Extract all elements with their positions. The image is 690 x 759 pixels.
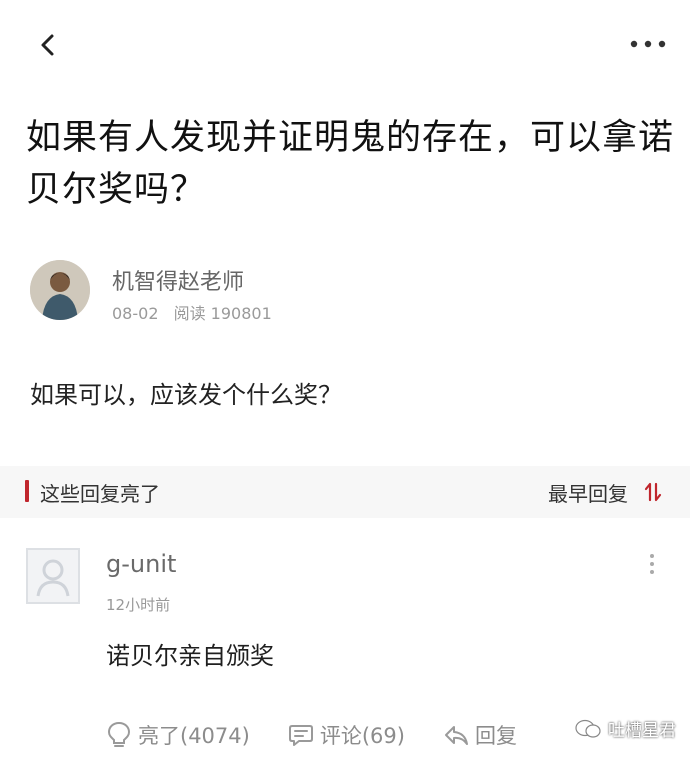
reply-content: 诺贝尔亲自颁奖 [106,642,274,670]
reply-button[interactable]: 回复 [443,720,517,750]
wechat-icon [574,718,602,740]
default-user-icon [26,548,80,604]
avatar[interactable] [26,548,80,604]
reply-time: 12小时前 [106,596,171,614]
sort-arrows-icon [642,481,664,503]
avatar[interactable] [30,260,90,320]
chevron-left-icon [41,34,54,56]
reply-arrow-icon [443,721,469,749]
reply-label: 回复 [474,724,517,748]
more-options-button[interactable] [628,34,668,54]
avatar-image [30,260,90,320]
post-title: 如果有人发现并证明鬼的存在，可以拿诺贝尔奖吗？ [26,118,675,210]
read-count: 阅读 190801 [173,304,272,323]
watermark-text: 吐槽星君 [608,721,676,741]
reply-more-button[interactable] [642,552,662,576]
section-title: 这些回复亮了 [40,482,160,506]
light-count: 亮了(4074) [138,724,250,748]
comment-button[interactable]: 评论(69) [288,720,405,750]
section-accent-bar [25,480,29,502]
reply-actions: 亮了(4074) 评论(69) 回复 [106,718,555,752]
sort-button[interactable]: 最早回复 [548,478,664,506]
post-meta: 08-02 阅读 190801 [112,300,282,324]
more-horizontal-icon [630,40,666,48]
back-button[interactable] [34,28,64,62]
replies-section-header: 这些回复亮了 最早回复 [0,466,690,518]
post-date: 08-02 [112,304,159,323]
sort-label: 最早回复 [548,481,628,506]
reply-username[interactable]: g-unit [106,550,176,578]
top-bar [0,0,690,90]
lightbulb-icon [106,721,132,749]
watermark: 吐槽星君 [574,716,676,741]
author-name[interactable]: 机智得赵老师 [112,264,244,296]
comment-count: 评论(69) [319,724,405,748]
comment-icon [288,721,314,749]
post-body: 如果可以，应该发个什么奖？ [30,381,342,409]
more-vertical-icon [650,554,654,574]
author-block: 机智得赵老师 08-02 阅读 190801 [30,260,630,326]
light-button[interactable]: 亮了(4074) [106,720,250,750]
